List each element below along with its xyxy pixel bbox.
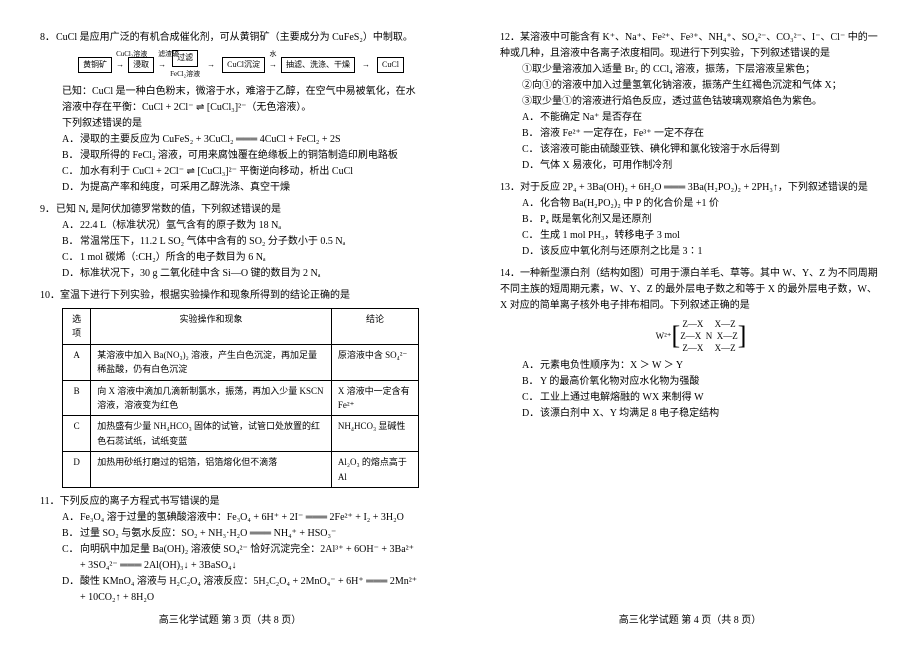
- q10-h2: 结论: [331, 308, 418, 344]
- flow-node-2: 浸取: [128, 57, 154, 74]
- flow-arrow-1: CuCl₂溶液→: [116, 59, 124, 72]
- q9-stem: 已知 Nₐ 是阿伏加德罗常数的值，下列叙述错误的是: [56, 204, 281, 215]
- question-8: 8．CuCl 是应用广泛的有机合成催化剂，可从黄铜矿（主要成分为 CuFeS₂）…: [40, 30, 420, 196]
- table-row: B 向 X 溶液中滴加几滴新制氯水，振荡，再加入少量 KSCN 溶液，溶液变为红…: [63, 380, 419, 416]
- flow-arrow-5: →: [359, 59, 373, 72]
- q9-C: 1 mol 碳烯（:CH₂）所含的电子数目为 6 Nₐ: [80, 250, 266, 266]
- q9-A: 22.4 L（标准状况）氩气含有的原子数为 18 Nₐ: [80, 218, 281, 234]
- q11-stem: 下列反应的离子方程式书写错误的是: [60, 496, 220, 507]
- q14-D: 该漂白剂中 X、Y 均满足 8 电子稳定结构: [540, 406, 719, 422]
- q8-C-letter: C．: [62, 164, 80, 180]
- flow-arrow-4: 水→: [269, 59, 277, 72]
- question-12: 12．某溶液中可能含有 K⁺、Na⁺、Fe²⁺、Fe³⁺、NH₄⁺、SO₄²⁻、…: [500, 30, 880, 174]
- q10-h1: 实验操作和现象: [91, 308, 332, 344]
- q14-A: 元素电负性顺序为：X ＞ W ＞ Y: [540, 358, 683, 374]
- q12-B: 溶液 Fe²⁺ 一定存在，Fe³⁺ 一定不存在: [540, 126, 704, 142]
- flow-arrow-2: 滤渣硫→: [158, 59, 166, 72]
- q8-info2: 下列叙述错误的是: [40, 116, 420, 132]
- q8-flowchart: 黄铜矿 CuCl₂溶液→ 浸取 滤渣硫→ 过滤 FeCl₂溶液 → CuCl沉淀…: [62, 50, 420, 80]
- question-9: 9．已知 Nₐ 是阿伏加德罗常数的值，下列叙述错误的是 A．22.4 L（标准状…: [40, 202, 420, 282]
- question-13: 13．对于反应 2P₄ + 3Ba(OH)₂ + 6H₂O ═══ 3Ba(H₂…: [500, 180, 880, 260]
- q12-C: 该溶液可能由硫酸亚铁、碘化钾和氯化铵溶于水后得到: [540, 142, 780, 158]
- q11-D: 酸性 KMnO₄ 溶液与 H₂C₂O₄ 溶液反应：5H₂C₂O₄ + 2MnO₄…: [80, 574, 420, 606]
- flow-node-4: CuCl沉淀: [222, 57, 265, 74]
- q8-B-letter: B．: [62, 148, 80, 164]
- q14-number: 14．: [500, 266, 520, 282]
- right-footer: 高三化学试题 第 4 页（共 8 页）: [460, 613, 920, 629]
- q8-B: 浸取所得的 FeCl₂ 溶液，可用来腐蚀覆在绝缘板上的铜箔制造印刷电路板: [80, 148, 398, 164]
- flow-node-1: 黄铜矿: [78, 57, 112, 74]
- table-row: D 加热用砂纸打磨过的铝箔，铝箔熔化但不滴落 Al₂O₃ 的熔点高于 Al: [63, 452, 419, 488]
- page-spread: 8．CuCl 是应用广泛的有机合成催化剂，可从黄铜矿（主要成分为 CuFeS₂）…: [0, 0, 920, 647]
- q13-B: P₄ 既是氧化剂又是还原剂: [540, 212, 652, 228]
- q9-B: 常温常压下，11.2 L SO₂ 气体中含有的 SO₂ 分子数小于 0.5 Nₐ: [80, 234, 345, 250]
- q8-stem: CuCl 是应用广泛的有机合成催化剂，可从黄铜矿（主要成分为 CuFeS₂）中制…: [56, 32, 413, 43]
- question-10: 10．室温下进行下列实验，根据实验操作和现象所得到的结论正确的是 选项 实验操作…: [40, 288, 420, 488]
- q13-A: 化合物 Ba(H₂PO₂)₂ 中 P 的化合价是 +1 价: [540, 196, 719, 212]
- q11-number: 11．: [40, 494, 60, 510]
- question-11: 11．下列反应的离子方程式书写错误的是 A．Fe₃O₄ 溶于过量的氢碘酸溶液中：…: [40, 494, 420, 606]
- flow-arrow-3: →: [204, 59, 218, 72]
- q11-B: 过量 SO₂ 与氨水反应：SO₂ + NH₃·H₂O ═══ NH₄⁺ + HS…: [80, 526, 336, 542]
- q11-C: 向明矾中加足量 Ba(OH)₂ 溶液使 SO₄²⁻ 恰好沉淀完全：2Al³⁺ +…: [80, 542, 420, 574]
- q12-number: 12．: [500, 30, 520, 46]
- q9-number: 9．: [40, 202, 56, 218]
- page-right: 12．某溶液中可能含有 K⁺、Na⁺、Fe²⁺、Fe³⁺、NH₄⁺、SO₄²⁻、…: [460, 0, 920, 647]
- question-14: 14．一种新型漂白剂（结构如图）可用于漂白羊毛、草等。其中 W、Y、Z 为不同周…: [500, 266, 880, 422]
- bracket-right-icon: ]: [738, 326, 747, 346]
- q12-D: 气体 X 易液化，可用作制冷剂: [540, 158, 672, 174]
- table-row: A 某溶液中加入 Ba(NO₃)₂ 溶液，产生白色沉淀，再加足量稀盐酸，仍有白色…: [63, 344, 419, 380]
- q13-number: 13．: [500, 180, 520, 196]
- q8-A: 浸取的主要反应为 CuFeS₂ + 3CuCl₂ ═══ 4CuCl + FeC…: [80, 132, 341, 148]
- q8-D: 为提高产率和纯度，可采用乙醇洗涤、真空干燥: [80, 180, 290, 196]
- q12-stem: 某溶液中可能含有 K⁺、Na⁺、Fe²⁺、Fe³⁺、NH₄⁺、SO₄²⁻、CO₃…: [500, 32, 878, 59]
- q14-B: Y 的最高价氧化物对应水化物为强酸: [540, 374, 699, 390]
- q14-structure: W²⁺ [ Z—X X—Z Z—X N X—Z Z—X X—Z ]: [500, 318, 880, 354]
- q8-A-letter: A．: [62, 132, 80, 148]
- q14-stem: 一种新型漂白剂（结构如图）可用于漂白羊毛、草等。其中 W、Y、Z 为不同周期不同…: [500, 268, 878, 311]
- bracket-left-icon: [: [672, 326, 681, 346]
- q12-step2: ②向①的溶液中加入过量氢氧化钠溶液，振荡产生红褐色沉淀和气体 X；: [500, 78, 880, 94]
- q13-D: 该反应中氧化剂与还原剂之比是 3∶1: [540, 244, 703, 260]
- q13-C: 生成 1 mol PH₃，转移电子 3 mol: [540, 228, 680, 244]
- flow-byproduct: FeCl₂溶液: [170, 69, 200, 80]
- q12-step1: ①取少量溶液加入适量 Br₂ 的 CCl₄ 溶液，振荡，下层溶液呈紫色；: [500, 62, 880, 78]
- q8-number: 8．: [40, 30, 56, 46]
- q12-step3: ③取少量①的溶液进行焰色反应，透过蓝色钴玻璃观察焰色为紫色。: [500, 94, 880, 110]
- q13-stem: 对于反应 2P₄ + 3Ba(OH)₂ + 6H₂O ═══ 3Ba(H₂PO₂…: [520, 182, 868, 193]
- q14-C: 工业上通过电解熔融的 WX 来制得 W: [540, 390, 704, 406]
- q8-D-letter: D．: [62, 180, 80, 196]
- q12-A: 不能确定 Na⁺ 是否存在: [540, 110, 642, 126]
- left-footer: 高三化学试题 第 3 页（共 8 页）: [0, 613, 460, 629]
- q9-D: 标准状况下，30 g 二氧化硅中含 Si—O 键的数目为 2 Nₐ: [80, 266, 321, 282]
- q10-number: 10．: [40, 288, 60, 304]
- q11-A: Fe₃O₄ 溶于过量的氢碘酸溶液中：Fe₃O₄ + 6H⁺ + 2I⁻ ═══ …: [80, 510, 404, 526]
- table-row: C 加热盛有少量 NH₄HCO₃ 固体的试管，试管口处放置的红色石蕊试纸，试纸变…: [63, 416, 419, 452]
- flow-node-6: CuCl: [377, 57, 404, 74]
- table-header-row: 选项 实验操作和现象 结论: [63, 308, 419, 344]
- q8-info1: 已知：CuCl 是一种白色粉末，微溶于水，难溶于乙醇，在空气中易被氧化，在水溶液…: [40, 84, 420, 116]
- q8-C: 加水有利于 CuCl + 2Cl⁻ ⇌ [CuCl₃]²⁻ 平衡逆向移动，析出 …: [80, 164, 353, 180]
- q10-h0: 选项: [63, 308, 91, 344]
- q10-table: 选项 实验操作和现象 结论 A 某溶液中加入 Ba(NO₃)₂ 溶液，产生白色沉…: [62, 308, 419, 488]
- q10-stem: 室温下进行下列实验，根据实验操作和现象所得到的结论正确的是: [60, 290, 350, 301]
- flow-node-5: 抽滤、洗涤、干燥: [281, 57, 355, 74]
- q14-struct-label: W²⁺: [656, 329, 672, 343]
- page-left: 8．CuCl 是应用广泛的有机合成催化剂，可从黄铜矿（主要成分为 CuFeS₂）…: [0, 0, 460, 647]
